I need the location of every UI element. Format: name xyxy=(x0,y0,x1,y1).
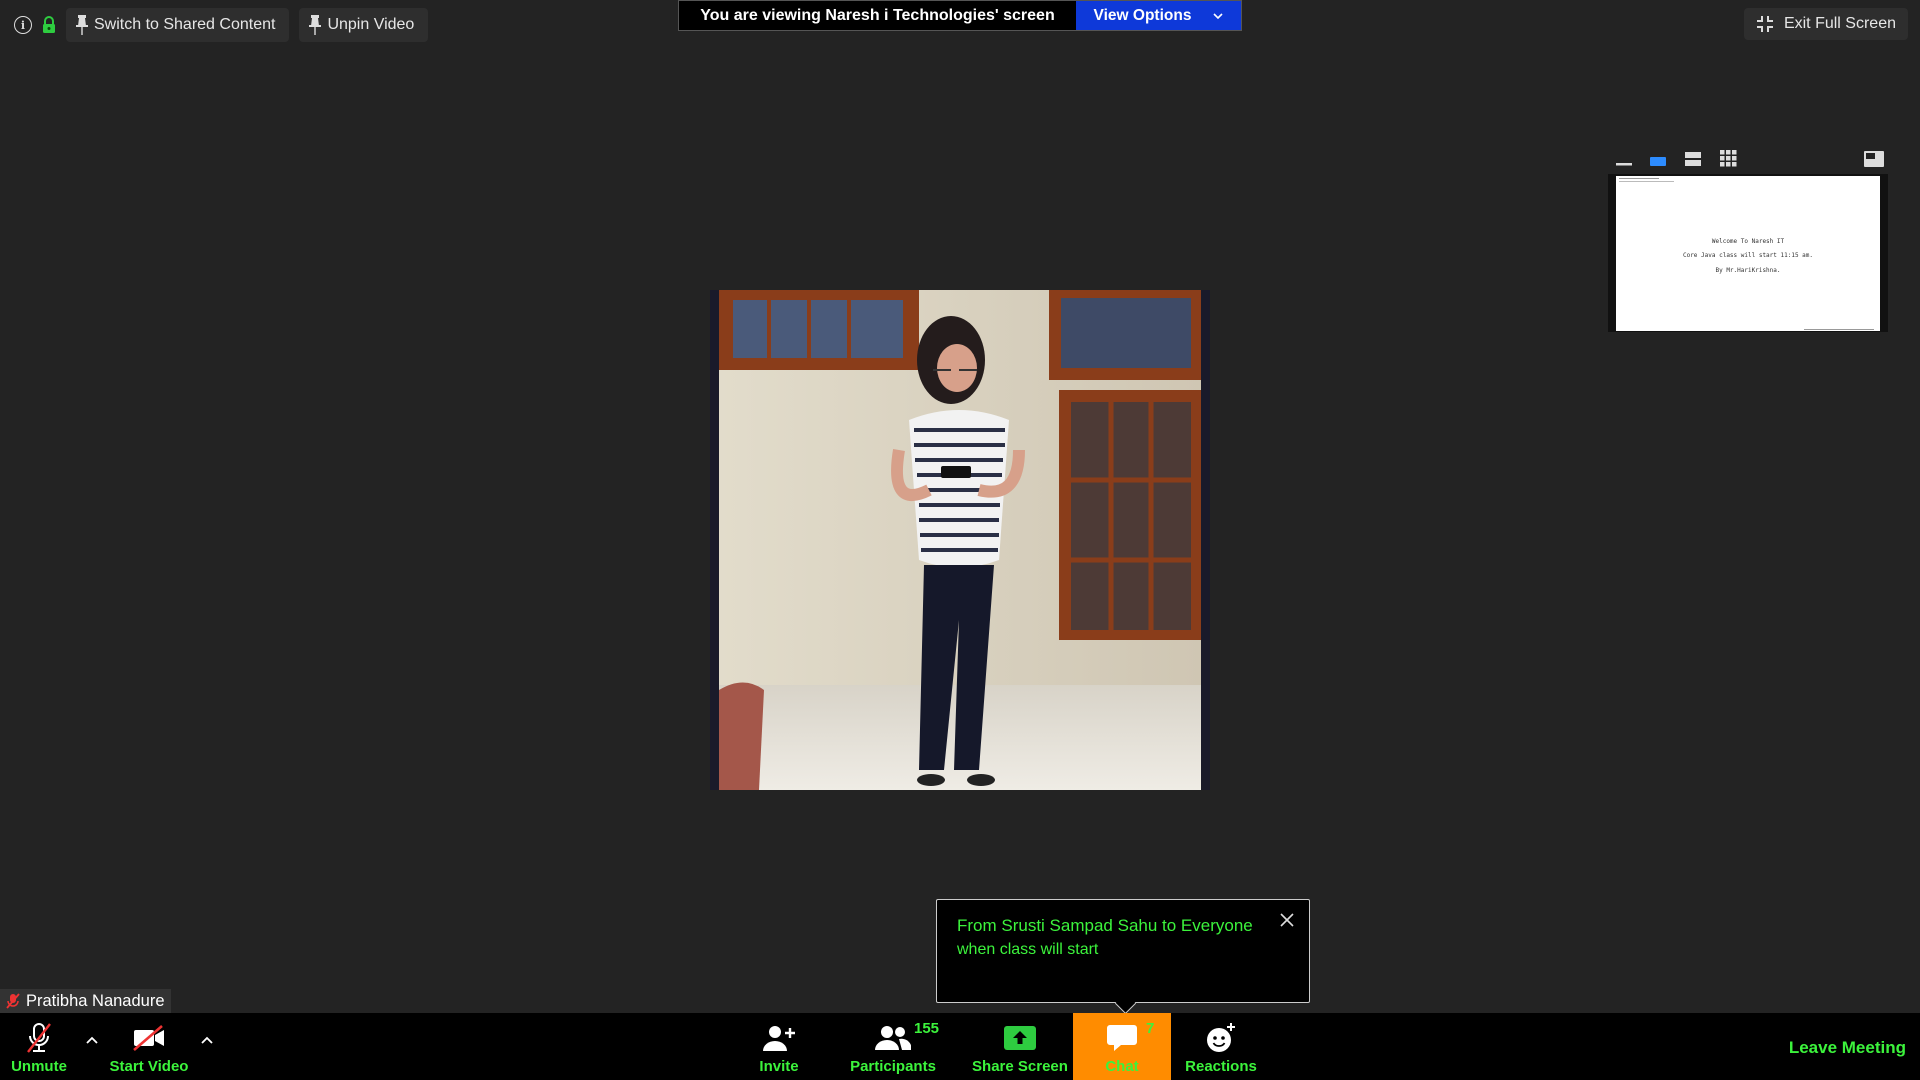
unpin-video-label: Unpin Video xyxy=(327,16,415,33)
reactions-button[interactable]: Reactions xyxy=(1176,1013,1266,1080)
chat-count: 7 xyxy=(1146,1020,1155,1037)
pop-out-icon[interactable] xyxy=(1864,151,1884,167)
chevron-down-icon xyxy=(1213,12,1224,19)
lock-icon[interactable] xyxy=(42,16,56,34)
video-options-chevron-icon[interactable] xyxy=(200,1033,214,1047)
gallery-view-icon[interactable] xyxy=(1720,150,1737,167)
close-icon[interactable] xyxy=(1279,912,1295,928)
active-speaker-view-icon[interactable] xyxy=(1650,154,1666,166)
preview-line: Welcome To Naresh IT xyxy=(1711,238,1785,245)
viewing-screen-text: You are viewing Naresh i Technologies' s… xyxy=(679,1,1076,30)
chat-sender: From Srusti Sampad Sahu to Everyone xyxy=(957,916,1253,935)
view-options-label: View Options xyxy=(1093,6,1192,24)
reactions-label: Reactions xyxy=(1185,1058,1257,1075)
unmute-label: Unmute xyxy=(11,1058,67,1075)
preview-line: Core Java class will start 11:15 am. xyxy=(1682,252,1814,259)
share-screen-label: Share Screen xyxy=(972,1058,1068,1075)
view-options-button[interactable]: View Options xyxy=(1076,1,1241,30)
leave-meeting-button[interactable]: Leave Meeting xyxy=(1789,1038,1906,1058)
meeting-toolbar: Unmute Start Video Invite Participants 1… xyxy=(0,1013,1920,1080)
exit-full-screen-label: Exit Full Screen xyxy=(1783,15,1896,32)
participants-count: 155 xyxy=(914,1020,940,1037)
pin-icon xyxy=(76,15,88,35)
chat-button[interactable]: Chat xyxy=(1073,1013,1171,1080)
exit-full-screen-button[interactable]: Exit Full Screen xyxy=(1743,8,1908,40)
reactions-icon xyxy=(1207,1023,1235,1052)
start-video-label: Start Video xyxy=(109,1058,189,1075)
muted-mic-icon xyxy=(27,1023,51,1053)
popup-tail xyxy=(1114,992,1137,1015)
shared-screen-preview: Welcome To Naresh IT Core Java class wil… xyxy=(1616,176,1880,331)
switch-to-shared-content-button[interactable]: Switch to Shared Content xyxy=(66,8,290,42)
pin-icon xyxy=(309,15,322,35)
main-video-tile[interactable] xyxy=(710,290,1210,790)
chat-icon xyxy=(1107,1025,1137,1051)
chat-label: Chat xyxy=(1105,1058,1139,1075)
invite-button[interactable]: Invite xyxy=(748,1013,810,1080)
switch-to-shared-content-label: Switch to Shared Content xyxy=(94,16,276,33)
strip-view-icon[interactable] xyxy=(1685,151,1701,167)
invite-label: Invite xyxy=(759,1058,799,1075)
minimize-icon[interactable] xyxy=(1616,154,1632,166)
share-screen-button[interactable]: Share Screen xyxy=(970,1013,1070,1080)
participant-name-tag: Pratibha Nanadure xyxy=(0,989,171,1013)
participant-name: Pratibha Nanadure xyxy=(26,991,165,1010)
info-icon[interactable]: i xyxy=(14,16,32,34)
share-screen-icon xyxy=(1004,1026,1036,1050)
muted-mic-icon xyxy=(6,993,20,1009)
unpin-video-button[interactable]: Unpin Video xyxy=(299,8,429,42)
video-off-icon xyxy=(133,1025,164,1051)
add-user-icon xyxy=(763,1026,795,1051)
chat-notification-popup[interactable]: From Srusti Sampad Sahu to Everyone when… xyxy=(936,899,1310,1015)
top-left-controls: i Switch to Shared Content Unpin Video xyxy=(14,8,429,42)
participant-video-image xyxy=(719,290,1201,790)
audio-options-chevron-icon[interactable] xyxy=(85,1033,99,1047)
unmute-button[interactable]: Unmute xyxy=(6,1013,72,1080)
preview-line: By Mr.HariKrishna. xyxy=(1715,267,1781,274)
screen-share-banner: You are viewing Naresh i Technologies' s… xyxy=(678,0,1242,31)
participants-icon xyxy=(875,1026,911,1050)
participants-label: Participants xyxy=(850,1058,936,1075)
exit-fullscreen-icon xyxy=(1756,16,1773,32)
chat-message: when class will start xyxy=(957,941,1099,958)
shared-screen-thumbnail[interactable]: Welcome To Naresh IT Core Java class wil… xyxy=(1608,174,1888,332)
start-video-button[interactable]: Start Video xyxy=(106,1013,192,1080)
thumbnail-toolbar xyxy=(1608,146,1888,174)
